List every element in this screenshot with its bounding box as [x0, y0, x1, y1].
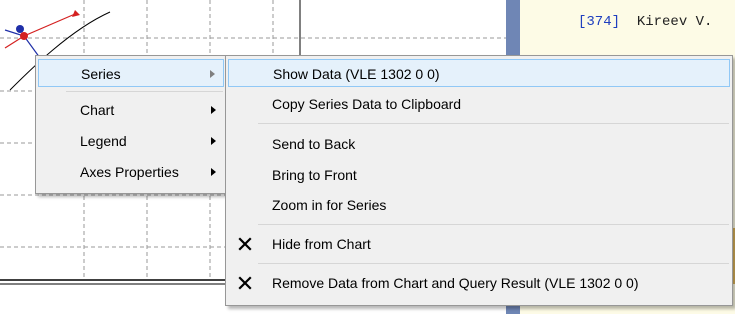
- menu-item-label: Remove Data from Chart and Query Result …: [272, 275, 639, 291]
- reference-entry[interactable]: [374] Kireev V.: [578, 14, 712, 30]
- menu-item-series[interactable]: Series: [38, 59, 224, 87]
- submenu-arrow-icon: [210, 70, 215, 78]
- menu-item-label: Copy Series Data to Clipboard: [272, 96, 462, 112]
- menu-item-show-data[interactable]: Show Data (VLE 1302 0 0): [228, 59, 730, 87]
- submenu-arrow-icon: [211, 168, 216, 176]
- chart-context-menu: Series Chart Legend Axes Properties: [35, 55, 227, 194]
- menu-item-zoom-in-for-series[interactable]: Zoom in for Series: [228, 191, 730, 219]
- menu-separator: [258, 224, 729, 225]
- reference-number: [374]: [578, 14, 621, 30]
- menu-item-copy-series-data[interactable]: Copy Series Data to Clipboard: [228, 90, 730, 118]
- menu-item-axes-properties[interactable]: Axes Properties: [38, 158, 224, 186]
- menu-item-legend[interactable]: Legend: [38, 127, 224, 155]
- menu-item-label: Zoom in for Series: [272, 197, 387, 213]
- menu-item-label: Send to Back: [272, 136, 356, 152]
- series-point: [16, 25, 24, 33]
- menu-item-send-to-back[interactable]: Send to Back: [228, 130, 730, 158]
- series-line-red: [4, 13, 76, 49]
- menu-item-chart[interactable]: Chart: [38, 96, 224, 124]
- series-point: [20, 32, 28, 40]
- menu-separator: [258, 123, 729, 124]
- menu-item-label: Chart: [80, 102, 115, 118]
- menu-item-label: Show Data (VLE 1302 0 0): [273, 66, 440, 82]
- menu-item-label: Hide from Chart: [272, 236, 371, 252]
- menu-separator: [258, 263, 729, 264]
- submenu-arrow-icon: [211, 137, 216, 145]
- series-submenu: Show Data (VLE 1302 0 0) Copy Series Dat…: [225, 55, 733, 306]
- x-mark-icon: [238, 276, 252, 290]
- menu-item-label: Bring to Front: [272, 167, 357, 183]
- menu-separator: [66, 91, 223, 92]
- menu-item-label: Legend: [80, 133, 127, 149]
- menu-item-label: Axes Properties: [80, 164, 179, 180]
- x-mark-icon: [238, 237, 252, 251]
- reference-author: Kireev V.: [636, 14, 713, 30]
- menu-item-label: Series: [81, 66, 121, 82]
- submenu-arrow-icon: [211, 106, 216, 114]
- menu-item-remove-data[interactable]: Remove Data from Chart and Query Result …: [228, 269, 730, 297]
- menu-item-bring-to-front[interactable]: Bring to Front: [228, 161, 730, 189]
- menu-item-hide-from-chart[interactable]: Hide from Chart: [228, 230, 730, 258]
